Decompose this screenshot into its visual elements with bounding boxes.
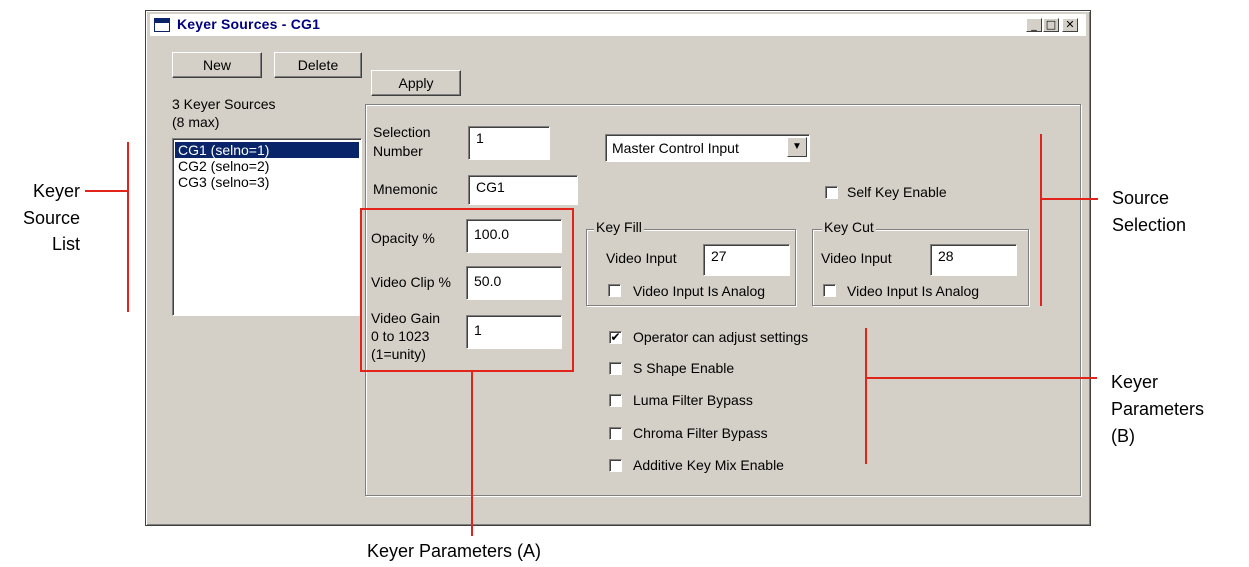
key-cut-analog-label: Video Input Is Analog [847,283,980,299]
selection-number-label-2: Number [373,143,423,159]
key-fill-video-input[interactable]: 27 [703,244,790,276]
operator-adjust-label: Operator can adjust settings [633,329,809,345]
chevron-down-icon[interactable]: ▼ [787,137,807,157]
selection-number-input[interactable]: 1 [468,126,550,160]
list-item[interactable]: CG1 (selno=1) [175,142,359,158]
key-fill-title: Key Fill [594,219,644,235]
params-b-bracket [865,328,867,464]
callout-source-list-line3: List [51,234,80,254]
key-fill-analog-label: Video Input Is Analog [633,283,766,299]
params-a-box [360,208,574,372]
key-cut-analog-checkbox[interactable] [823,284,836,297]
callout-source-selection-line1: Source [1112,188,1170,208]
self-key-label: Self Key Enable [847,184,947,200]
key-cut-title: Key Cut [822,219,876,235]
params-a-leader [471,370,473,536]
key-fill-analog-checkbox[interactable] [608,284,621,297]
list-item[interactable]: CG3 (selno=3) [175,174,359,190]
source-select-dropdown[interactable]: Master Control Input ▼ [605,134,810,162]
close-icon[interactable]: ✕ [1062,18,1078,32]
callout-params-b-line2: Parameters [1111,399,1205,419]
list-item[interactable]: CG2 (selno=2) [175,158,359,174]
key-fill-video-input-label: Video Input [606,250,677,266]
callout-params-b-line1: Keyer [1111,372,1159,392]
source-list-bracket [127,142,129,312]
new-button[interactable]: New [172,52,262,78]
additive-key-label: Additive Key Mix Enable [633,457,784,473]
source-count-label: 3 Keyer Sources [172,96,276,112]
source-max-label: (8 max) [172,114,220,130]
callout-params-b-line3: (B) [1111,426,1135,446]
delete-button[interactable]: Delete [274,52,362,78]
chroma-filter-checkbox[interactable] [609,427,622,440]
luma-filter-label: Luma Filter Bypass [633,392,753,408]
window-icon [154,18,170,32]
additive-key-checkbox[interactable] [609,459,622,472]
callout-source-list-line1: Keyer [32,181,80,201]
mnemonic-input[interactable]: CG1 [468,175,578,205]
apply-button[interactable]: Apply [371,70,461,96]
key-cut-video-input-label: Video Input [821,250,892,266]
callout-source-list-line2: Source [22,208,80,228]
source-selection-bracket [1040,134,1042,306]
source-selection-leader [1042,198,1098,200]
minimize-icon[interactable]: _ [1026,18,1042,32]
key-cut-video-input[interactable]: 28 [930,244,1017,276]
callout-source-selection-line2: Selection [1112,215,1187,235]
keyer-source-list[interactable]: CG1 (selno=1) CG2 (selno=2) CG3 (selno=3… [172,138,362,316]
s-shape-checkbox[interactable] [609,362,622,375]
selection-number-label: Selection [373,124,431,140]
luma-filter-checkbox[interactable] [609,394,622,407]
s-shape-label: S Shape Enable [633,360,735,376]
self-key-checkbox[interactable] [825,186,838,199]
operator-adjust-checkbox[interactable]: ✔ [609,331,622,344]
window-title: Keyer Sources - CG1 [177,16,321,32]
maximize-icon[interactable]: □ [1043,18,1059,32]
params-b-leader [867,377,1097,379]
source-select-value: Master Control Input [612,140,739,156]
source-list-leader [85,190,127,192]
callout-params-a: Keyer Parameters (A) [367,541,542,561]
chroma-filter-label: Chroma Filter Bypass [633,425,768,441]
mnemonic-label: Mnemonic [373,181,438,197]
